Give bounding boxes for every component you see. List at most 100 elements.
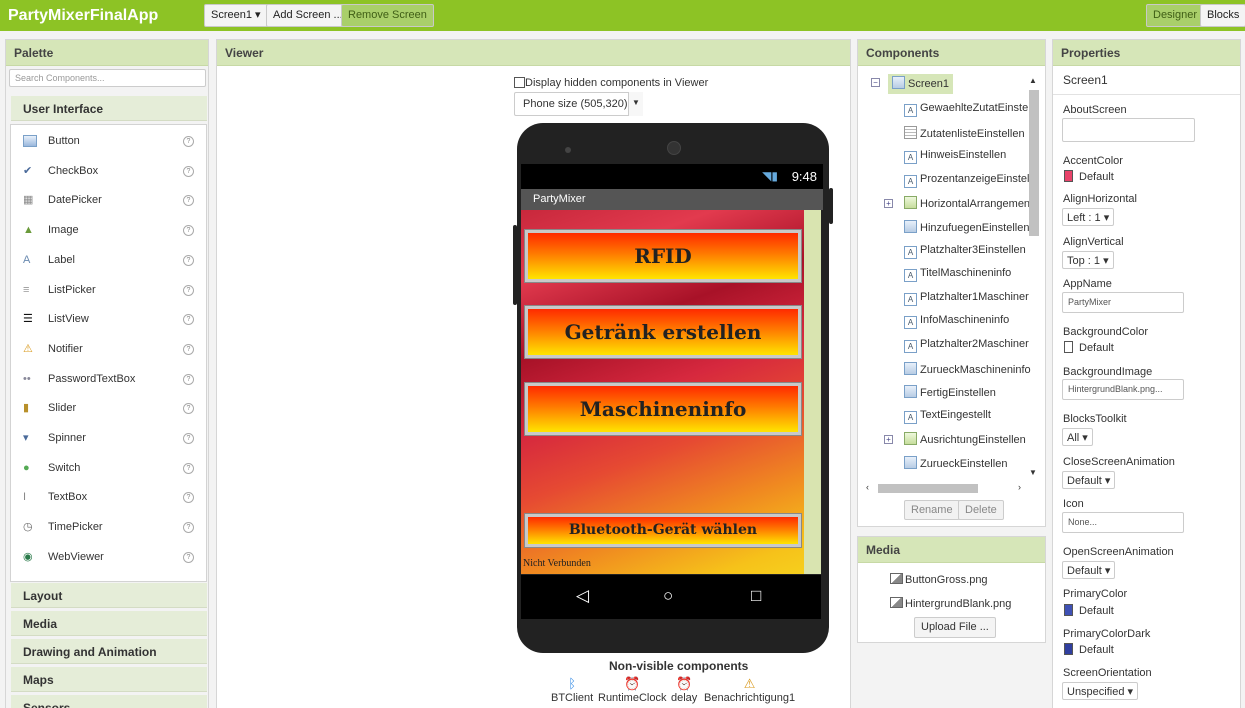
accent-color-picker[interactable]: Default (1064, 170, 1114, 183)
tree-node-zutatenlisteeinstellen[interactable]: ZutatenlisteEinstellen (904, 125, 1025, 140)
screen-dropdown[interactable]: Screen1 ▾ (204, 4, 268, 27)
palette-item-label[interactable]: A Label? (11, 246, 206, 275)
designer-button[interactable]: Designer (1146, 4, 1205, 27)
blocks-toolkit-dropdown[interactable]: All ▾ (1062, 428, 1093, 446)
expand-icon[interactable]: + (884, 435, 893, 445)
palette-item-spinner[interactable]: ▾ Spinner? (11, 424, 206, 453)
delay-component[interactable]: ⏰ delay (671, 676, 697, 704)
help-icon[interactable]: ? (183, 225, 194, 237)
palette-item-webviewer[interactable]: ◉ WebViewer? (11, 543, 206, 572)
tree-node-zurueckmaschineninfo[interactable]: ZurueckMaschineninfo (904, 361, 1031, 376)
open-screen-animation-dropdown[interactable]: Default ▾ (1062, 561, 1116, 579)
scroll-down-icon[interactable]: ▼ (1029, 468, 1037, 477)
palette-item-notifier[interactable]: ⚠ Notifier? (11, 335, 206, 364)
category-media[interactable]: Media (11, 611, 207, 636)
clock-icon: ⏰ (624, 676, 641, 691)
bluetooth-geraet-button[interactable]: Bluetooth-Gerät wählen (524, 513, 802, 548)
tree-node-prozentanzeigeeinstell[interactable]: A ProzentanzeigeEinstell (904, 173, 1032, 188)
help-icon[interactable]: ? (183, 462, 194, 474)
tree-node-hinzufuegeneinstellen[interactable]: HinzufuegenEinstellen (904, 220, 1029, 234)
help-icon[interactable]: ? (183, 492, 194, 504)
collapse-icon[interactable]: − (871, 78, 880, 87)
rename-button[interactable]: Rename (904, 500, 960, 520)
palette-item-listpicker[interactable]: ≡ ListPicker? (11, 276, 206, 305)
background-color-picker[interactable]: Default (1064, 341, 1114, 354)
hidden-components-checkbox[interactable] (514, 77, 525, 88)
category-maps[interactable]: Maps (11, 667, 207, 692)
tree-node-screen1[interactable]: Screen1 (888, 74, 953, 94)
tree-node-platzhalter2maschiner[interactable]: A Platzhalter2Maschiner (904, 338, 1029, 353)
help-icon[interactable]: ? (183, 195, 194, 207)
maschineninfo-button[interactable]: Maschineninfo (524, 382, 802, 436)
screen-orientation-dropdown[interactable]: Unspecified ▾ (1062, 682, 1139, 700)
scroll-thumb[interactable] (1029, 90, 1039, 236)
close-screen-animation-dropdown[interactable]: Default ▾ (1062, 471, 1116, 489)
category-layout[interactable]: Layout (11, 583, 207, 608)
tree-node-fertigeinstellen[interactable]: FertigEinstellen (904, 385, 996, 399)
palette-item-checkbox[interactable]: ✔ CheckBox? (11, 157, 206, 186)
help-icon[interactable]: ? (183, 522, 194, 534)
media-file-item[interactable]: ButtonGross.png (890, 573, 988, 586)
tree-node-titelmaschineninfo[interactable]: A TitelMaschineninfo (904, 267, 1011, 283)
rfid-button[interactable]: RFID (524, 229, 802, 283)
app-name-input[interactable]: PartyMixer (1062, 292, 1184, 313)
category-sensors[interactable]: Sensors (11, 695, 207, 708)
help-icon[interactable]: ? (183, 165, 194, 177)
blocks-button[interactable]: Blocks (1200, 4, 1245, 27)
upload-file-button[interactable]: Upload File ... (914, 617, 996, 638)
scroll-left-icon[interactable]: ‹ (866, 482, 869, 492)
tree-node-ausrichtungeinstellen[interactable]: AusrichtungEinstellen (904, 432, 1026, 446)
tree-node-zurueckeinstellen[interactable]: ZurueckEinstellen (904, 456, 1007, 470)
remove-screen-button[interactable]: Remove Screen (341, 4, 434, 27)
palette-item-datepicker[interactable]: ▦ DatePicker? (11, 186, 206, 215)
tree-node-infomaschineninfo[interactable]: A InfoMaschineninfo (904, 314, 1009, 330)
help-icon[interactable]: ? (183, 314, 194, 326)
notifier-component[interactable]: ⚠ Benachrichtigung1 (704, 676, 795, 704)
help-icon[interactable]: ? (183, 254, 194, 266)
palette-item-timepicker[interactable]: ◷ TimePicker? (11, 513, 206, 542)
icon-picker[interactable]: None... (1062, 512, 1184, 533)
tree-node-texteingestellt[interactable]: A TextEingestellt (904, 409, 991, 424)
scroll-thumb[interactable] (878, 484, 978, 493)
help-icon[interactable]: ? (183, 433, 194, 444)
help-icon[interactable]: ? (183, 284, 194, 296)
primary-color-picker[interactable]: Default (1064, 604, 1114, 617)
palette-item-button[interactable]: Button? (11, 127, 206, 156)
media-file-item[interactable]: HintergrundBlank.png (890, 597, 1011, 610)
palette-item-listview[interactable]: ☰ ListView? (11, 305, 206, 334)
align-horizontal-dropdown[interactable]: Left : 1 ▾ (1062, 208, 1115, 226)
help-icon[interactable]: ? (183, 136, 194, 147)
palette-item-image[interactable]: ▲ Image? (11, 216, 206, 245)
btclient-component[interactable]: ᛒ BTClient (551, 676, 593, 704)
help-icon[interactable]: ? (183, 373, 194, 385)
background-image-picker[interactable]: HintergrundBlank.png... (1062, 379, 1184, 400)
align-vertical-dropdown[interactable]: Top : 1 ▾ (1062, 251, 1114, 269)
runtimeclock-component[interactable]: ⏰ RuntimeClock (598, 676, 666, 704)
getraenk-erstellen-button[interactable]: Getränk erstellen (524, 305, 802, 359)
expand-icon[interactable]: + (884, 199, 893, 209)
palette-item-slider[interactable]: ▮ Slider? (11, 394, 206, 423)
palette-item-switch[interactable]: ● Switch? (11, 454, 206, 483)
about-screen-textarea[interactable] (1062, 118, 1195, 142)
category-user-interface[interactable]: User Interface (11, 96, 207, 121)
help-icon[interactable]: ? (183, 403, 194, 415)
tree-node-hinweiseinstellen[interactable]: A HinweisEinstellen (904, 149, 1006, 165)
tree-node-platzhalter1maschiner[interactable]: A Platzhalter1Maschiner (904, 291, 1029, 306)
delete-button[interactable]: Delete (958, 500, 1004, 520)
add-screen-button[interactable]: Add Screen ... (266, 4, 350, 27)
category-drawing-animation[interactable]: Drawing and Animation (11, 639, 207, 664)
tree-node-horizontalarrangemen[interactable]: HorizontalArrangemen (904, 196, 1030, 210)
phone-size-dropdown[interactable]: Phone size (505,320) ▼ (514, 92, 643, 116)
tree-vertical-scrollbar[interactable]: ▲ ▼ (1028, 76, 1040, 480)
scroll-right-icon[interactable]: › (1018, 482, 1021, 492)
help-icon[interactable]: ? (183, 551, 194, 563)
help-icon[interactable]: ? (183, 343, 194, 355)
palette-item-passwordtextbox[interactable]: •• PasswordTextBox? (11, 365, 206, 394)
tree-node-platzhalter3einstellen[interactable]: A Platzhalter3Einstellen (904, 244, 1026, 259)
tree-horizontal-scrollbar[interactable]: ‹ › (866, 482, 1028, 494)
tree-node-gewaehltezutateinstel[interactable]: A GewaehlteZutatEinstel (904, 102, 1031, 117)
primary-color-dark-picker[interactable]: Default (1064, 643, 1114, 656)
scroll-up-icon[interactable]: ▲ (1029, 76, 1037, 85)
palette-item-textbox[interactable]: I TextBox? (11, 483, 206, 512)
palette-search-input[interactable]: Search Components... (9, 69, 206, 87)
